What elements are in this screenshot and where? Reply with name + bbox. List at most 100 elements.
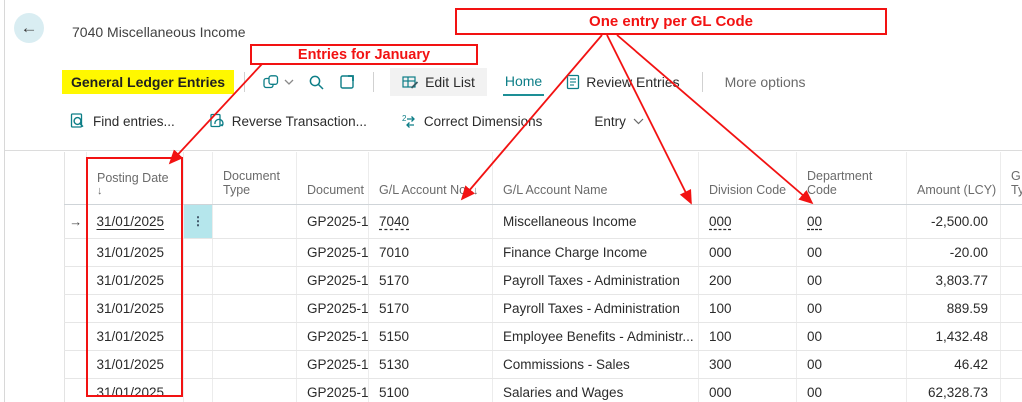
cell-division-code[interactable]: 300 [699,350,797,378]
row-menu-cell[interactable] [184,294,213,322]
cell-document-type[interactable] [213,266,297,294]
cell-division-code[interactable]: 200 [699,266,797,294]
cell-division-code[interactable]: 000 [699,204,797,238]
cell-document-type[interactable] [213,378,297,402]
cell-gl-account-name[interactable]: Salaries and Wages [493,378,699,402]
reverse-transaction-label: Reverse Transaction... [232,114,367,129]
cell-department-code[interactable]: 00 [797,266,907,294]
correct-dimensions-icon: 2 [401,114,417,129]
search-icon [308,74,325,91]
cell-posting-date[interactable]: 31/01/2025 [87,204,184,238]
cell-document-no[interactable]: GP2025-1 [297,378,369,402]
cell-gl-account-name[interactable]: Commissions - Sales [493,350,699,378]
header-document-no[interactable]: Document No. [297,152,369,204]
cell-document-no[interactable]: GP2025-1 [297,204,369,238]
header-amount-lcy[interactable]: Amount (LCY) [907,152,1001,204]
cell-gl-account-no[interactable]: 5170 [369,266,493,294]
cell-gl-account-no[interactable]: 5130 [369,350,493,378]
review-entries-button[interactable]: Review Entries [564,69,681,95]
header-department-code[interactable]: Department Code [797,152,907,204]
list-caption[interactable]: General Ledger Entries [62,70,234,94]
more-options-button[interactable]: More options [723,69,808,95]
correct-dimensions-button[interactable]: 2 Correct Dimensions [401,114,543,129]
cell-department-code[interactable]: 00 [797,322,907,350]
row-menu-cell[interactable] [184,238,213,266]
cell-department-code[interactable]: 00 [797,204,907,238]
cell-posting-date[interactable]: 31/01/2025 [87,294,184,322]
cell-document-no[interactable]: GP2025-1 [297,266,369,294]
cell-clipped[interactable] [1001,294,1022,322]
sort-descending-icon: ↓ [97,185,179,197]
header-gl-account-name[interactable]: G/L Account Name [493,152,699,204]
edit-list-button[interactable]: Edit List [390,68,487,96]
cell-gl-account-no[interactable]: 5100 [369,378,493,402]
cell-posting-date[interactable]: 31/01/2025 [87,350,184,378]
cell-posting-date[interactable]: 31/01/2025 [87,322,184,350]
cell-department-code[interactable]: 00 [797,378,907,402]
header-gl-account-no[interactable]: G/L Account No. ↓ [369,152,493,204]
chevron-down-icon [284,78,294,86]
open-in-new-window-button[interactable] [339,74,356,90]
cell-document-type[interactable] [213,204,297,238]
cell-department-code[interactable]: 00 [797,238,907,266]
cell-division-code[interactable]: 000 [699,238,797,266]
cell-amount-lcy[interactable]: 3,803.77 [907,266,1001,294]
cell-gl-account-no[interactable]: 7040 [369,204,493,238]
cell-posting-date[interactable]: 31/01/2025 [87,238,184,266]
row-menu-cell[interactable]: ⋮ [184,204,213,238]
cell-clipped[interactable] [1001,204,1022,238]
header-row: Posting Date ↓ Document Type Document No… [65,152,1022,204]
find-entries-button[interactable]: Find entries... [70,113,175,129]
views-button[interactable] [262,74,294,90]
cell-clipped[interactable] [1001,322,1022,350]
cell-clipped[interactable] [1001,378,1022,402]
cell-gl-account-name[interactable]: Employee Benefits - Administr... [493,322,699,350]
header-document-type[interactable]: Document Type [213,152,297,204]
cell-clipped[interactable] [1001,266,1022,294]
cell-amount-lcy[interactable]: -20.00 [907,238,1001,266]
tab-home[interactable]: Home [503,68,544,96]
cell-division-code[interactable]: 000 [699,378,797,402]
cell-document-no[interactable]: GP2025-1 [297,294,369,322]
row-menu-cell[interactable] [184,322,213,350]
cell-document-no[interactable]: GP2025-1 [297,322,369,350]
cell-gl-account-no[interactable]: 5150 [369,322,493,350]
cell-document-type[interactable] [213,238,297,266]
cell-posting-date[interactable]: 31/01/2025 [87,378,184,402]
cell-posting-date[interactable]: 31/01/2025 [87,266,184,294]
cell-gl-account-name[interactable]: Finance Charge Income [493,238,699,266]
cell-gl-account-no[interactable]: 5170 [369,294,493,322]
back-button[interactable]: ← [14,13,44,43]
cell-amount-lcy[interactable]: -2,500.00 [907,204,1001,238]
cell-department-code[interactable]: 00 [797,350,907,378]
cell-department-code[interactable]: 00 [797,294,907,322]
cell-document-type[interactable] [213,322,297,350]
cell-division-code[interactable]: 100 [699,322,797,350]
cell-division-code[interactable]: 100 [699,294,797,322]
cell-clipped[interactable] [1001,350,1022,378]
cell-amount-lcy[interactable]: 889.59 [907,294,1001,322]
edit-list-label: Edit List [425,74,475,90]
cell-gl-account-name[interactable]: Payroll Taxes - Administration [493,294,699,322]
entry-menu-button[interactable]: Entry [594,114,644,129]
row-menu-cell[interactable] [184,378,213,402]
cell-amount-lcy[interactable]: 46.42 [907,350,1001,378]
cell-amount-lcy[interactable]: 62,328.73 [907,378,1001,402]
row-menu-cell[interactable] [184,350,213,378]
header-clipped-column[interactable]: G Ty [1001,152,1022,204]
cell-amount-lcy[interactable]: 1,432.48 [907,322,1001,350]
cell-gl-account-no[interactable]: 7010 [369,238,493,266]
cell-document-no[interactable]: GP2025-1 [297,238,369,266]
cell-clipped[interactable] [1001,238,1022,266]
cell-document-type[interactable] [213,294,297,322]
header-department-code-label: Department Code [807,169,872,197]
header-division-code[interactable]: Division Code [699,152,797,204]
search-button[interactable] [308,74,325,91]
reverse-transaction-button[interactable]: Reverse Transaction... [209,113,367,129]
cell-document-no[interactable]: GP2025-1 [297,350,369,378]
cell-document-type[interactable] [213,350,297,378]
row-menu-cell[interactable] [184,266,213,294]
cell-gl-account-name[interactable]: Miscellaneous Income [493,204,699,238]
cell-gl-account-name[interactable]: Payroll Taxes - Administration [493,266,699,294]
header-posting-date[interactable]: Posting Date ↓ [87,152,184,204]
